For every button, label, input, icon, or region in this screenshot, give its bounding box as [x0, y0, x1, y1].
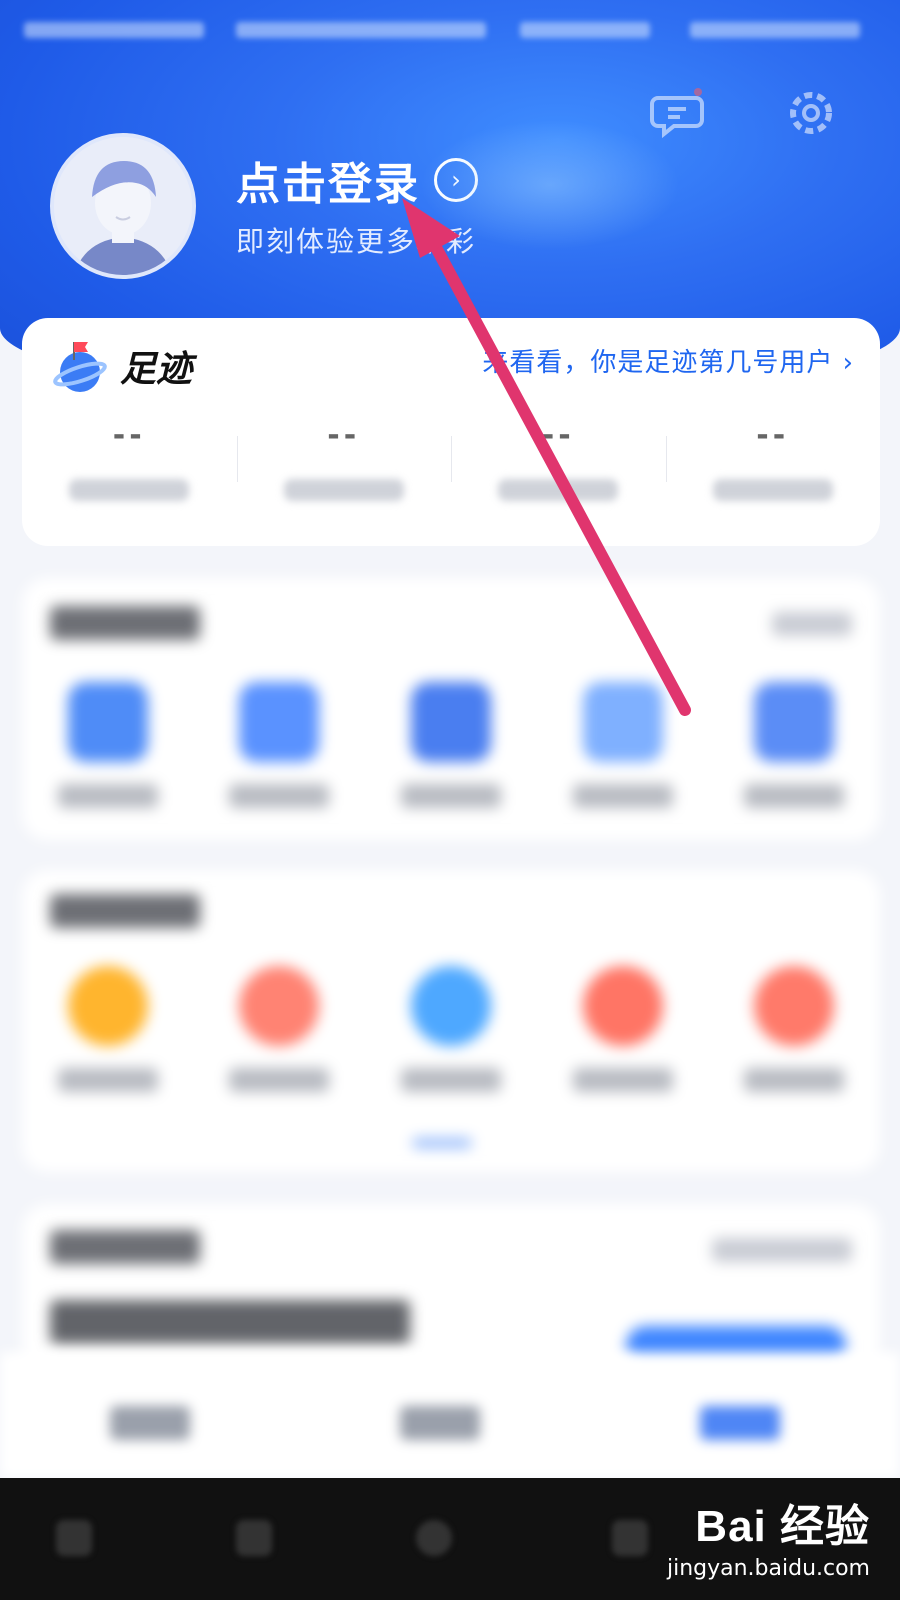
- stat-value: --: [327, 418, 361, 453]
- stat-value: --: [112, 418, 146, 453]
- stat-item[interactable]: --: [451, 418, 666, 501]
- nav-menu-icon[interactable]: [56, 1520, 92, 1556]
- stat-label: [69, 479, 190, 501]
- stat-value: --: [756, 418, 790, 453]
- stat-item[interactable]: --: [236, 418, 452, 501]
- tab-home[interactable]: [110, 1406, 190, 1440]
- tool-icon: [67, 966, 148, 1046]
- login-label[interactable]: 点击登录: [236, 148, 420, 212]
- footprint-title: 足迹: [120, 349, 193, 390]
- feed-headline: [50, 1300, 410, 1344]
- tool-icon: [410, 966, 491, 1046]
- tool-tile[interactable]: [209, 966, 349, 1092]
- login-link[interactable]: 点击登录 ›: [236, 148, 478, 212]
- tab-discover[interactable]: [400, 1406, 480, 1440]
- service-tile[interactable]: [381, 682, 521, 808]
- baidu-jingyan-watermark: Bai 经验 jingyan.baidu.com: [667, 1490, 870, 1581]
- tool-tile[interactable]: [38, 966, 178, 1092]
- nav-back-icon[interactable]: [236, 1520, 272, 1556]
- footprint-card: 足迹 来看看，你是足迹第几号用户 › -- -- -- --: [22, 318, 880, 546]
- gear-icon[interactable]: [784, 86, 838, 140]
- globe-flag-icon: [53, 342, 107, 392]
- tool-tile[interactable]: [553, 966, 693, 1092]
- section-title: [50, 606, 200, 640]
- watermark-logo: Bai 经验: [695, 1502, 870, 1551]
- stat-item[interactable]: --: [22, 418, 237, 501]
- service-tile[interactable]: [209, 682, 349, 808]
- bottle-icon: [410, 682, 491, 762]
- footprint-logo: 足迹: [52, 336, 192, 396]
- shield-icon: [754, 682, 835, 762]
- service-tile[interactable]: [38, 682, 178, 808]
- stat-label: [712, 479, 833, 501]
- section-more[interactable]: [712, 1238, 852, 1262]
- login-subtitle: 即刻体验更多精彩: [236, 225, 477, 258]
- cloud-icon: [239, 682, 320, 762]
- chevron-right-icon[interactable]: ›: [434, 158, 478, 202]
- default-avatar-icon: [54, 137, 192, 275]
- nav-home-icon[interactable]: [416, 1520, 452, 1556]
- tool-tile[interactable]: [724, 966, 864, 1092]
- tool-icon: [239, 966, 320, 1046]
- cloud-drive-icon: [582, 682, 663, 762]
- page-indicator: [412, 1138, 472, 1148]
- tools-card: [22, 870, 880, 1172]
- bottom-tab-bar: [0, 1352, 900, 1478]
- tool-tile[interactable]: [381, 966, 521, 1092]
- footprint-rank-link[interactable]: 来看看，你是足迹第几号用户 ›: [482, 342, 854, 379]
- stat-item[interactable]: --: [665, 418, 881, 501]
- message-icon[interactable]: [650, 86, 704, 140]
- nav-recent-icon[interactable]: [612, 1520, 648, 1556]
- service-tile[interactable]: [553, 682, 693, 808]
- section-title: [50, 894, 200, 928]
- section-title: [50, 1230, 200, 1264]
- tool-icon: [754, 966, 835, 1046]
- services-card: [22, 578, 880, 840]
- diamond-icon: [67, 682, 148, 762]
- watermark-url: jingyan.baidu.com: [666, 1556, 870, 1581]
- tool-icon: [582, 966, 663, 1046]
- tab-me[interactable]: [700, 1406, 780, 1440]
- section-more[interactable]: [772, 612, 852, 636]
- stat-label: [283, 479, 404, 501]
- stat-label: [498, 479, 619, 501]
- service-tile[interactable]: [724, 682, 864, 808]
- status-bar: [0, 0, 900, 60]
- stat-value: --: [541, 418, 575, 453]
- avatar[interactable]: [50, 133, 196, 279]
